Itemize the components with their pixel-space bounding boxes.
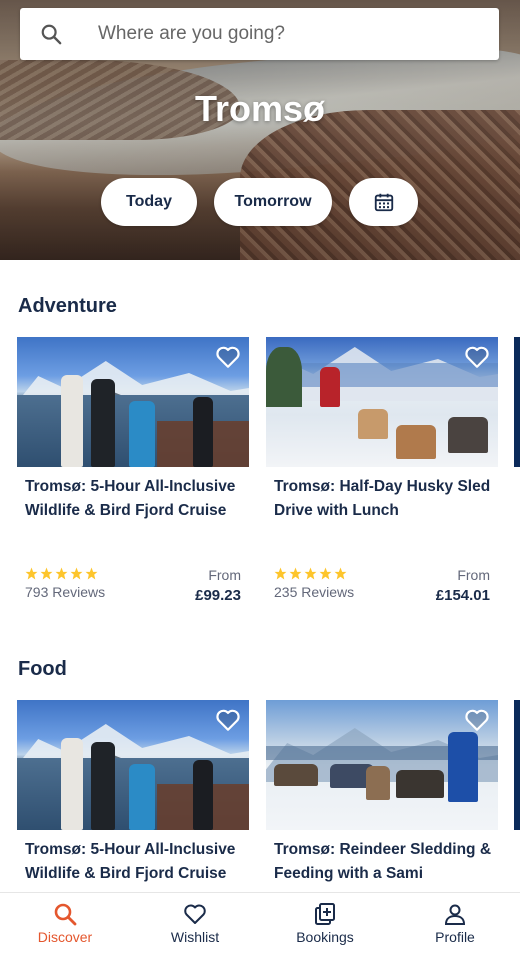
today-button[interactable]: Today [101, 178, 197, 226]
star-icon [25, 567, 38, 580]
heart-icon [184, 904, 206, 924]
activity-title: Tromsø: Half-Day Husky Sled Drive with L… [274, 478, 491, 519]
star-icon [304, 567, 317, 580]
nav-label: Profile [435, 928, 475, 945]
from-label: From [457, 567, 490, 583]
activity-image [266, 700, 498, 830]
search-icon [54, 903, 77, 925]
profile-icon [444, 904, 466, 925]
calendar-icon [374, 193, 393, 212]
activity-title: Tromsø: Reindeer Sledding & Feeding with… [274, 841, 492, 882]
hero-banner: Tromsø Today Tomorrow [0, 0, 520, 260]
wishlist-heart-icon[interactable] [215, 708, 241, 732]
search-input[interactable] [98, 23, 458, 45]
activity-title: Tromsø: 5-Hour All-Inclusive Wildlife & … [25, 841, 236, 882]
star-icon [274, 567, 287, 580]
city-title: Tromsø [194, 88, 326, 129]
activity-meta: 235 Reviews From £154.01 [274, 567, 498, 611]
nav-wishlist[interactable]: Wishlist [140, 902, 250, 945]
nav-discover[interactable]: Discover [10, 902, 120, 945]
star-icon [40, 567, 53, 580]
section-title-food: Food [18, 658, 67, 680]
activity-card[interactable]: Tromsø: 5-Hour All-Inclusive Wildlife & … [17, 337, 249, 627]
activity-card[interactable]: Tromsø: Reindeer Sledding & Feeding with… [266, 700, 498, 890]
activity-card[interactable]: Tromsø: Half-Day Husky Sled Drive with L… [266, 337, 498, 627]
activity-image [17, 337, 249, 467]
nav-profile[interactable]: Profile [400, 902, 510, 945]
tomorrow-button[interactable]: Tomorrow [214, 178, 332, 226]
bookings-icon [315, 902, 335, 925]
activity-meta: 793 Reviews From £99.23 [25, 567, 249, 611]
nav-bookings[interactable]: Bookings [270, 902, 380, 945]
from-label: From [208, 567, 241, 583]
activity-image [266, 337, 498, 467]
star-icon [289, 567, 302, 580]
next-card-peek [514, 337, 520, 467]
wishlist-heart-icon[interactable] [464, 345, 490, 369]
price: £99.23 [195, 587, 241, 604]
bottom-navigation: Discover Wishlist Bookings Profile [0, 892, 520, 953]
star-icon [55, 567, 68, 580]
calendar-button[interactable] [349, 178, 418, 226]
search-bar[interactable] [20, 8, 499, 60]
nav-label: Wishlist [170, 928, 220, 945]
activity-image [17, 700, 249, 830]
star-icon [334, 567, 347, 580]
activity-card[interactable]: Tromsø: 5-Hour All-Inclusive Wildlife & … [17, 700, 249, 890]
star-icon [70, 567, 83, 580]
nav-label: Bookings [296, 928, 354, 945]
wishlist-heart-icon[interactable] [464, 708, 490, 732]
nav-label: Discover [37, 928, 93, 945]
next-card-peek [514, 700, 520, 830]
wishlist-heart-icon[interactable] [215, 345, 241, 369]
star-icon [319, 567, 332, 580]
search-icon [41, 24, 62, 45]
section-title-adventure: Adventure [18, 295, 117, 317]
price: £154.01 [435, 587, 490, 604]
activity-title: Tromsø: 5-Hour All-Inclusive Wildlife & … [25, 478, 236, 519]
star-icon [85, 567, 98, 580]
